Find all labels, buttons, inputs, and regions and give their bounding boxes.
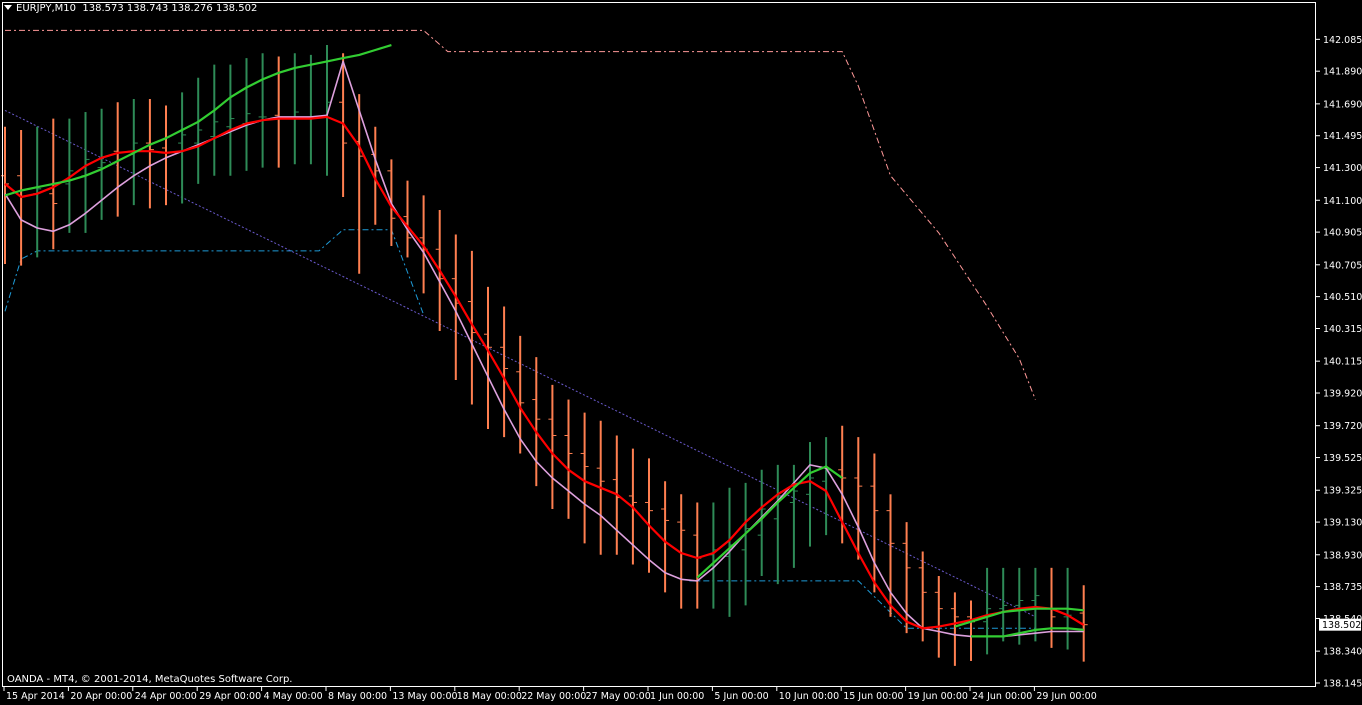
- price-chart[interactable]: 142.085 141.890 141.690 141.495 141.300 141.1…: [0, 0, 1362, 705]
- time-tick-label: 24 Apr 00:00: [135, 691, 197, 702]
- price-tick-label: 139.525: [1323, 453, 1362, 464]
- current-price-label: 138.502: [1322, 620, 1361, 631]
- price-tick-label: 139.720: [1323, 421, 1362, 432]
- price-tick-label: 139.920: [1323, 389, 1362, 400]
- price-tick-label: 141.300: [1323, 163, 1362, 174]
- time-tick-label: 24 Jun 00:00: [972, 691, 1032, 702]
- chart-copyright: OANDA - MT4, © 2001-2014, MetaQuotes Sof…: [7, 674, 293, 685]
- price-tick-label: 141.100: [1323, 196, 1362, 207]
- price-tick-label: 140.315: [1323, 324, 1362, 335]
- time-tick-label: 8 May 00:00: [328, 691, 387, 702]
- time-tick-label: 15 Jun 00:00: [843, 691, 903, 702]
- time-tick-label: 29 Apr 00:00: [199, 691, 261, 702]
- time-tick-label: 29 Jun 00:00: [1036, 691, 1096, 702]
- chart-symbol: EURJPY,M10: [16, 3, 76, 14]
- time-tick-label: 5 Jun 00:00: [714, 691, 768, 702]
- price-tick-label: 140.115: [1323, 357, 1362, 368]
- price-tick-label: 138.735: [1323, 582, 1362, 593]
- price-tick-label: 138.145: [1323, 679, 1362, 690]
- price-tick-label: 142.085: [1323, 35, 1362, 46]
- time-tick-label: 27 May 00:00: [586, 691, 651, 702]
- chart-ohlc: 138.573 138.743 138.276 138.502: [82, 3, 258, 14]
- price-tick-label: 141.690: [1323, 99, 1362, 110]
- price-tick-label: 139.130: [1323, 518, 1362, 529]
- time-tick-label: 13 May 00:00: [392, 691, 457, 702]
- price-tick-label: 140.705: [1323, 260, 1362, 271]
- price-tick-label: 140.510: [1323, 292, 1362, 303]
- time-tick-label: 18 May 00:00: [457, 691, 522, 702]
- time-tick-label: 15 Apr 2014: [6, 691, 65, 702]
- price-tick-label: 139.325: [1323, 486, 1362, 497]
- price-tick-label: 140.905: [1323, 228, 1362, 239]
- time-tick-label: 4 May 00:00: [264, 691, 323, 702]
- time-tick-label: 19 Jun 00:00: [908, 691, 968, 702]
- time-tick-label: 1 Jun 00:00: [650, 691, 704, 702]
- time-tick-label: 10 Jun 00:00: [779, 691, 839, 702]
- chevron-down-icon[interactable]: [4, 5, 12, 10]
- price-tick-label: 141.495: [1323, 131, 1362, 142]
- time-tick-label: 20 Apr 00:00: [70, 691, 132, 702]
- price-tick-label: 138.340: [1323, 647, 1362, 658]
- price-tick-label: 141.890: [1323, 67, 1362, 78]
- price-axis: 142.085 141.890 141.690 141.495 141.300 141.1…: [1316, 35, 1362, 690]
- time-tick-label: 22 May 00:00: [521, 691, 586, 702]
- price-tick-label: 138.930: [1323, 550, 1362, 561]
- chart-header: EURJPY,M10 138.573 138.743 138.276 138.5…: [4, 3, 257, 14]
